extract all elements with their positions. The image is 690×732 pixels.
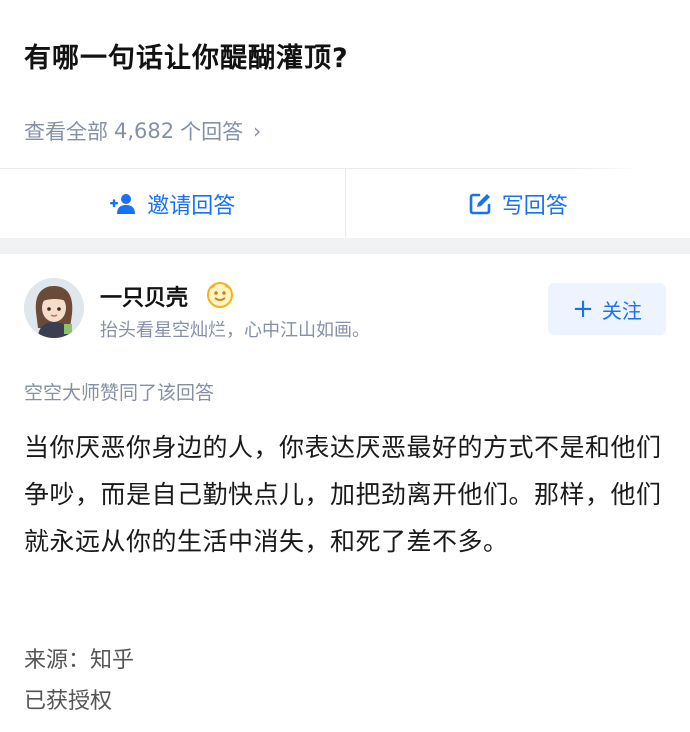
view-all-prefix: 查看全部	[24, 120, 108, 144]
view-all-suffix: 个回答	[180, 120, 244, 144]
follow-label: 关注	[601, 298, 642, 323]
plus-icon: +	[572, 294, 594, 324]
avatar[interactable]	[24, 278, 84, 338]
avatar-girl-icon	[24, 278, 84, 338]
edit-icon	[469, 193, 491, 215]
author-bio: 抬头看星空灿烂，心中江山如画。	[100, 320, 370, 341]
answer-content: 当你厌恶你身边的人，你表达厌恶最好的方式不是和他们争吵，而是自己勤快点儿，加把劲…	[24, 433, 662, 556]
section-divider	[0, 238, 690, 254]
answer-count: 4,682	[114, 119, 175, 143]
invite-answer-label: 邀请回答	[147, 194, 236, 219]
authorization-note: 已获授权	[24, 689, 113, 714]
source-note: 来源：知乎	[24, 648, 135, 673]
author-name[interactable]: 一只贝壳	[100, 280, 188, 312]
write-answer-label: 写回答	[501, 194, 568, 219]
upvote-note: 空空大师赞同了该回答	[24, 382, 215, 404]
badge-icon	[207, 282, 233, 308]
question-title: 有哪一句话让你醍醐灌顶?	[24, 43, 349, 74]
follow-button[interactable]: + 关注	[548, 283, 666, 335]
write-answer-button[interactable]: 写回答	[346, 169, 690, 239]
view-all-answers-link[interactable]: 查看全部 4,682 个回答 ›	[24, 116, 261, 146]
invite-answer-button[interactable]: 邀请回答	[0, 169, 346, 239]
answer-actions-bar: 邀请回答 写回答	[0, 168, 690, 239]
add-user-icon	[110, 194, 136, 214]
chevron-right-icon: ›	[253, 119, 262, 143]
